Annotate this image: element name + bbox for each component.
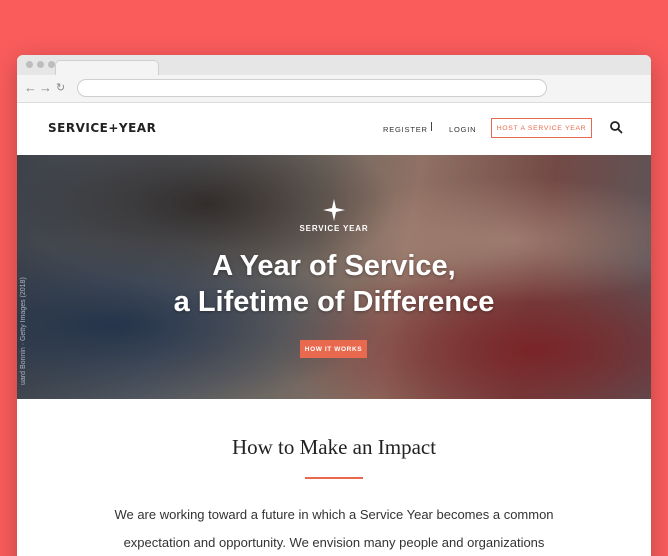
section-title: How to Make an Impact xyxy=(231,435,437,459)
intro-paragraph: We are working toward a future in which … xyxy=(77,501,591,556)
hero-banner: uard Bonnin · Getty Images (2018) SERVIC… xyxy=(17,155,651,399)
sparkle-star-icon xyxy=(323,199,345,221)
window-controls xyxy=(26,61,55,68)
browser-toolbar: ← → ↻ xyxy=(17,75,651,103)
login-link[interactable]: LOGIN xyxy=(449,125,476,134)
title-divider xyxy=(305,477,363,479)
forward-arrow-icon[interactable]: → xyxy=(39,80,52,96)
hero-headline: A Year of Service, a Lifetime of Differe… xyxy=(17,248,651,320)
host-service-year-button[interactable]: HOST A SERVICE YEAR xyxy=(491,118,592,138)
reload-icon[interactable]: ↻ xyxy=(56,80,65,96)
hero-headline-line1: A Year of Service, xyxy=(212,250,456,282)
back-arrow-icon[interactable]: ← xyxy=(24,80,37,96)
browser-tab[interactable] xyxy=(55,60,159,76)
browser-titlebar xyxy=(17,55,651,76)
close-window-dot[interactable] xyxy=(26,61,33,68)
hero-eyebrow: SERVICE YEAR xyxy=(299,224,369,233)
maximize-window-dot[interactable] xyxy=(48,61,55,68)
intro-paragraph-line1: We are working toward a future in which … xyxy=(114,507,554,522)
site-logo[interactable]: SERVICE+YEAR xyxy=(48,121,156,135)
how-it-works-button[interactable]: HOW IT WORKS xyxy=(300,340,367,358)
search-icon[interactable] xyxy=(609,120,623,134)
nav-separator xyxy=(431,122,432,131)
intro-paragraph-line2: expectation and opportunity. We envision… xyxy=(123,535,545,550)
minimize-window-dot[interactable] xyxy=(37,61,44,68)
browser-window: ← → ↻ SERVICE+YEAR REGISTER LOGIN HOST A… xyxy=(17,55,651,556)
register-link[interactable]: REGISTER xyxy=(383,125,428,134)
site-header: SERVICE+YEAR REGISTER LOGIN HOST A SERVI… xyxy=(17,103,651,155)
address-bar[interactable] xyxy=(77,79,547,97)
hero-headline-line2: a Lifetime of Difference xyxy=(173,286,495,318)
